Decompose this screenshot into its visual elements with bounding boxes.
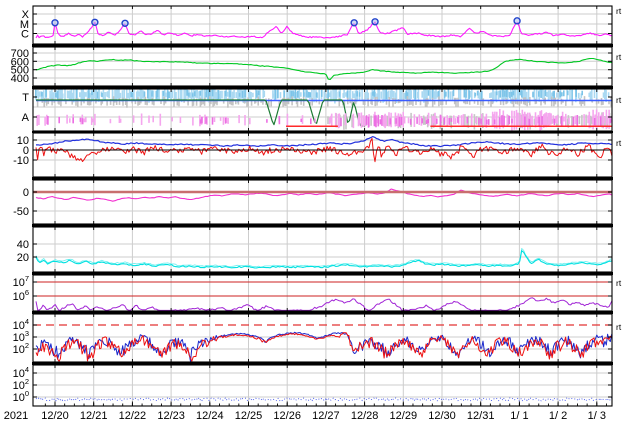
- panel-separator: [32, 224, 613, 227]
- year-label: 2021: [4, 410, 28, 422]
- x-tick-label: 12/21: [80, 410, 108, 422]
- flare-marker: [121, 19, 129, 27]
- flare-marker: [513, 17, 521, 25]
- rt-label: rt: [616, 322, 622, 332]
- x-tick-label: 12/29: [390, 410, 418, 422]
- chart-svg: XMC700600500400TA100-100-504020107106104…: [0, 0, 634, 424]
- flare-marker: [371, 18, 379, 26]
- space-weather-multi-panel-plot: X M C 700 600 500 400 T A 10 0 -10 0 -50 40 20 107 106 104…: [0, 0, 634, 424]
- x-tick-label: 1/ 1: [510, 410, 528, 422]
- y-tick-label: 20: [17, 252, 29, 264]
- x-tick-label: 12/23: [157, 410, 185, 422]
- x-tick-label: 12/25: [235, 410, 263, 422]
- rt-label: rt: [616, 6, 622, 16]
- y-tick-label: 0: [23, 187, 29, 199]
- rt-label: rt: [616, 278, 622, 288]
- y-tick-label: A: [22, 112, 30, 124]
- panel-separator: [32, 311, 613, 314]
- x-tick-label: 12/27: [312, 410, 340, 422]
- panel-separator: [32, 272, 613, 275]
- y-tick-label: 400: [11, 73, 29, 85]
- panel-separator: [32, 362, 613, 365]
- x-tick-label: 12/26: [273, 410, 301, 422]
- panel-separator: [32, 44, 613, 47]
- x-tick-label: 1/ 3: [588, 410, 606, 422]
- y-tick-label: -50: [13, 206, 29, 218]
- x-tick-label: 12/22: [119, 410, 147, 422]
- y-tick-label: 40: [17, 239, 29, 251]
- rt-label: rt: [616, 95, 622, 105]
- x-tick-label: 12/28: [351, 410, 379, 422]
- rt-label: rt: [616, 52, 622, 62]
- x-tick-label: 12/30: [428, 410, 456, 422]
- background: [0, 0, 634, 424]
- panel-separator: [32, 177, 613, 180]
- y-tick-label: C: [21, 29, 29, 41]
- x-tick-label: 12/20: [41, 410, 69, 422]
- rt-label: rt: [616, 138, 622, 148]
- flare-marker: [51, 19, 59, 27]
- y-tick-label: T: [22, 92, 29, 104]
- flare-marker: [91, 18, 99, 26]
- panel-separator: [32, 86, 613, 89]
- x-tick-label: 12/31: [467, 410, 495, 422]
- flare-marker: [350, 19, 358, 27]
- x-tick-label: 1/ 2: [549, 410, 567, 422]
- y-tick-label: -10: [13, 155, 29, 167]
- panel-separator: [32, 131, 613, 133]
- x-tick-label: 12/24: [196, 410, 224, 422]
